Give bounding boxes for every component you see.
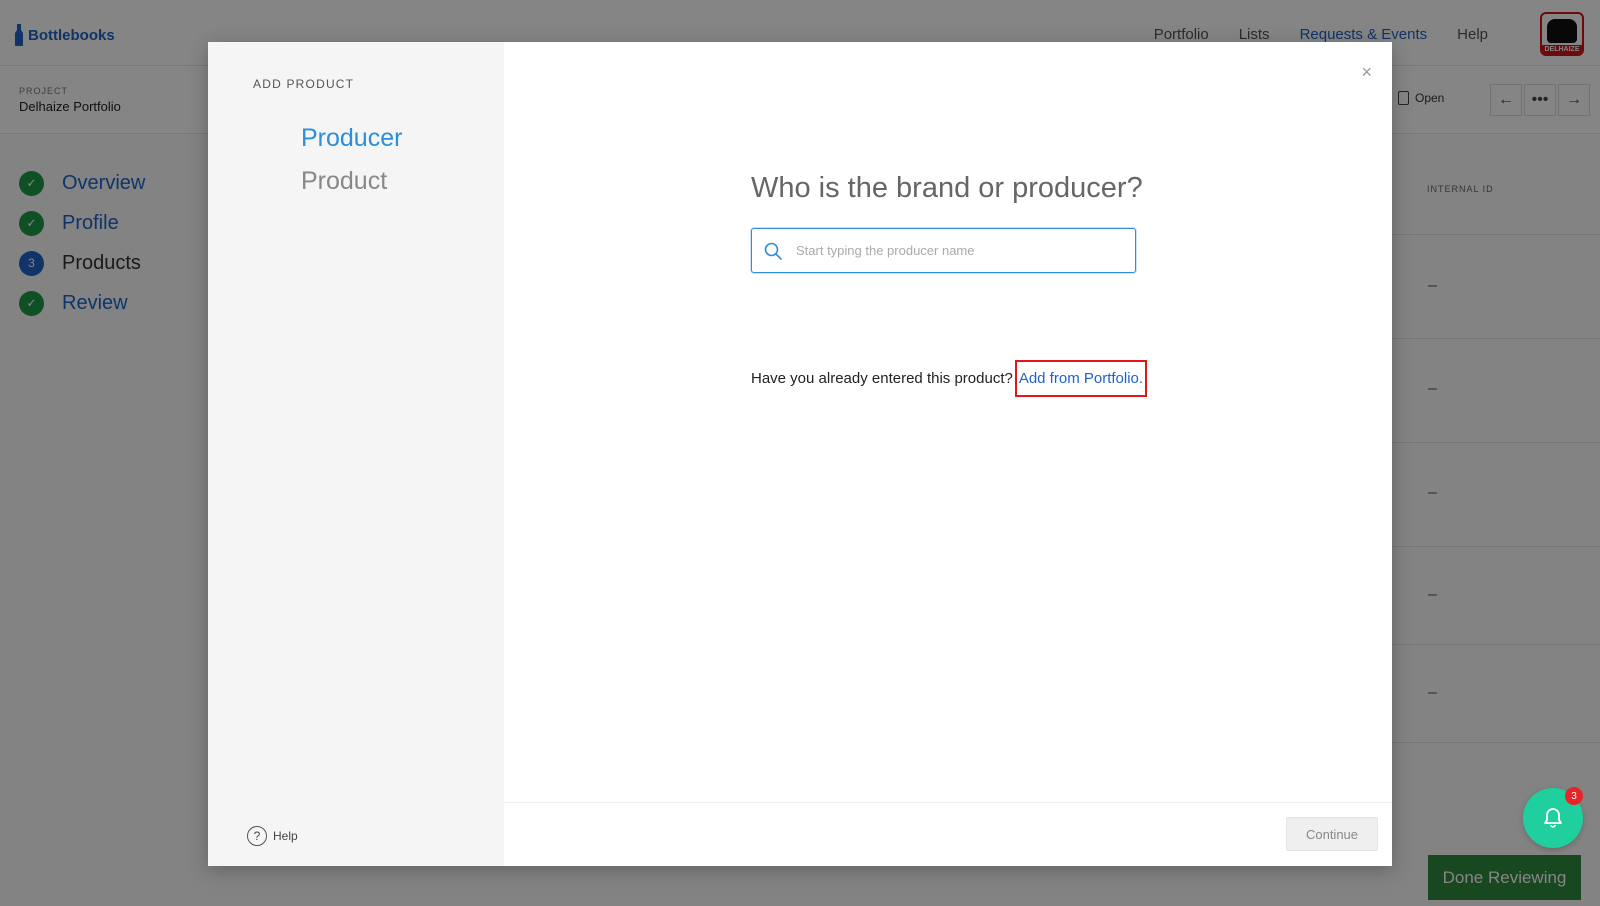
- portfolio-prompt: Have you already entered this product?: [751, 370, 1013, 387]
- modal-title: ADD PRODUCT: [253, 77, 355, 91]
- bell-icon: [1544, 808, 1562, 828]
- search-icon: [764, 242, 782, 260]
- producer-question: Who is the brand or producer?: [751, 172, 1143, 204]
- close-icon[interactable]: ×: [1361, 62, 1372, 83]
- help-link[interactable]: ? Help: [247, 826, 298, 846]
- portfolio-prompt-line: Have you already entered this product? A…: [751, 360, 1148, 397]
- modal-footer: Continue: [504, 802, 1392, 866]
- side-step-producer[interactable]: Producer: [301, 124, 402, 153]
- side-step-product[interactable]: Product: [301, 167, 387, 196]
- continue-button[interactable]: Continue: [1286, 817, 1378, 851]
- producer-search-input[interactable]: [796, 243, 1106, 258]
- question-icon: ?: [247, 826, 267, 846]
- add-product-modal: ADD PRODUCT Producer Product ? Help × Wh…: [208, 42, 1392, 866]
- add-from-portfolio-link[interactable]: Add from Portfolio.: [1014, 360, 1148, 397]
- modal-sidebar: ADD PRODUCT Producer Product ? Help: [208, 42, 504, 866]
- modal-content: × Who is the brand or producer? Have you…: [504, 42, 1392, 866]
- help-label: Help: [273, 829, 298, 843]
- notification-count-badge: 3: [1565, 787, 1583, 805]
- producer-search[interactable]: [751, 228, 1136, 273]
